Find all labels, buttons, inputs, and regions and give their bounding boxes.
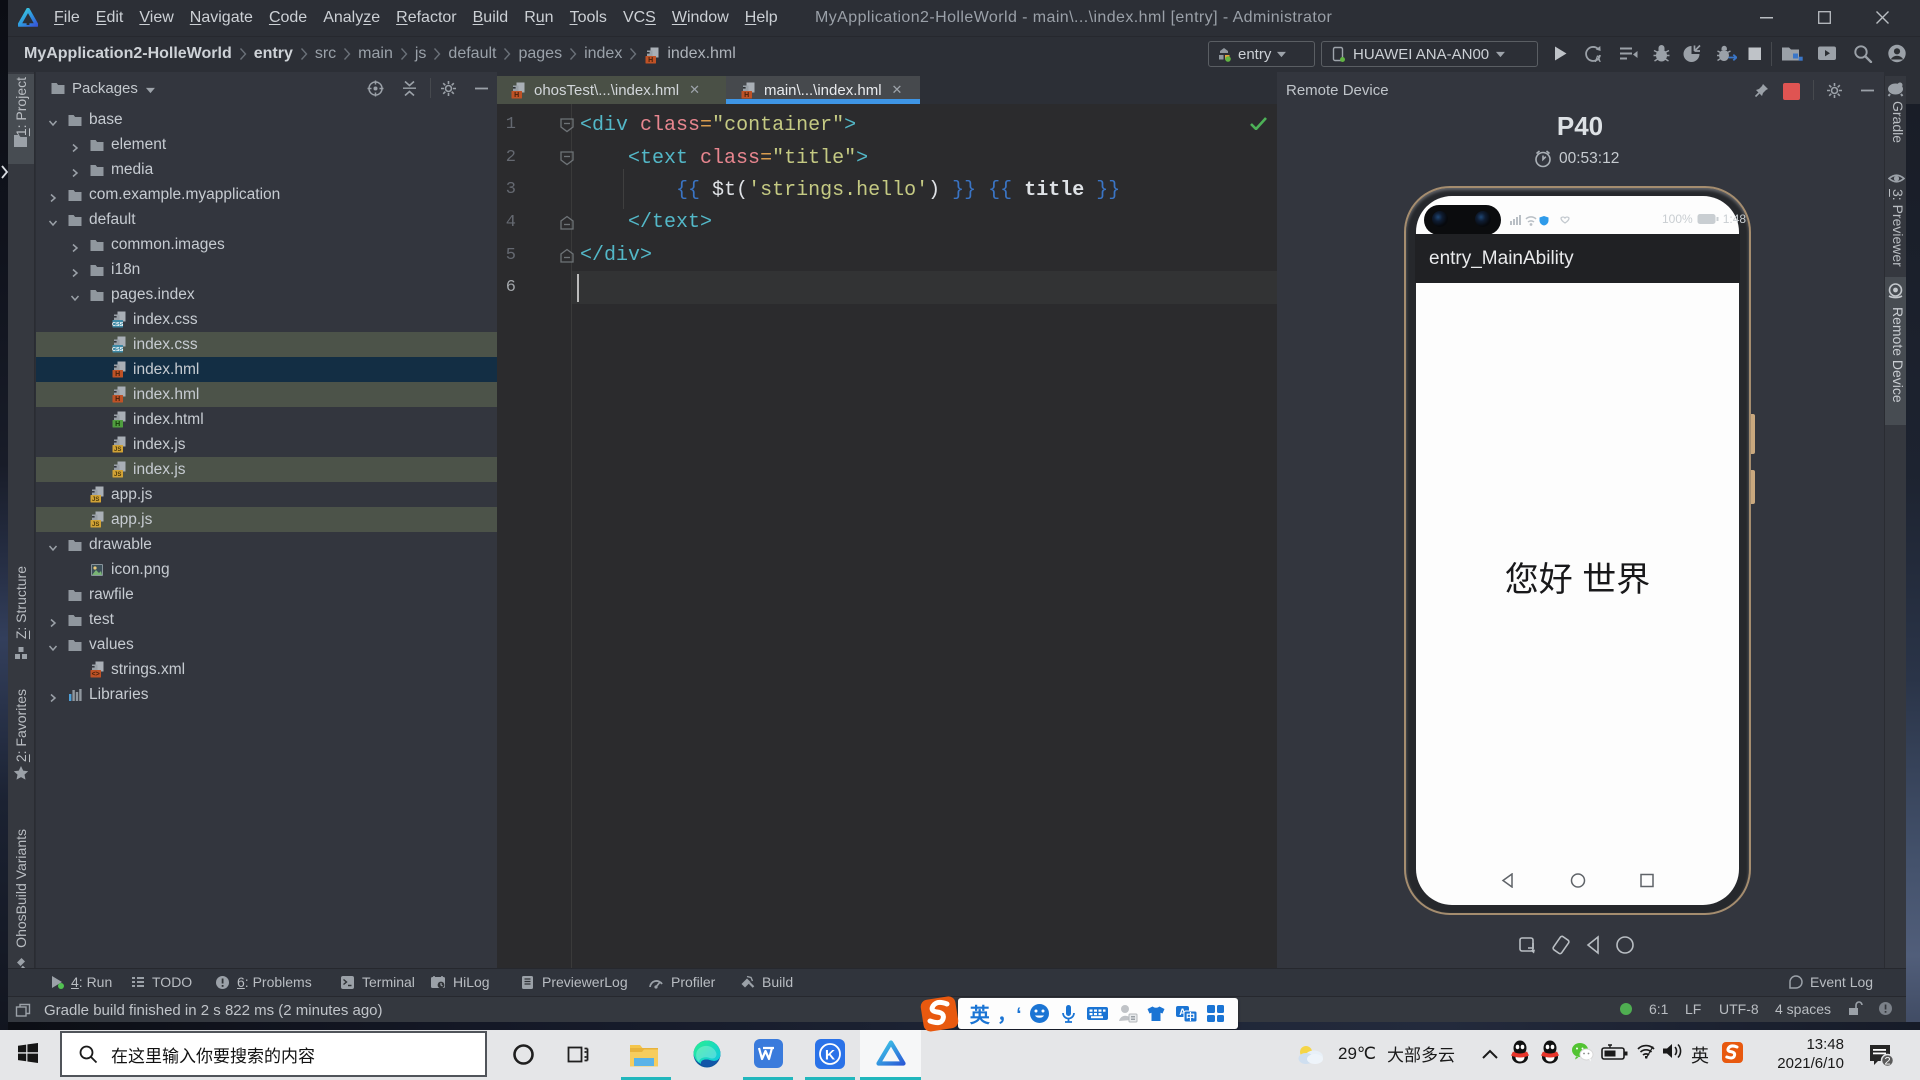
svg-text:<>: <> — [92, 671, 100, 678]
svg-text:2: 2 — [1884, 1056, 1890, 1068]
svg-text:H: H — [744, 92, 749, 99]
svg-text:H: H — [115, 396, 120, 403]
svg-text:H: H — [514, 92, 519, 99]
svg-text:A: A — [1595, 54, 1602, 63]
svg-text:JS: JS — [114, 472, 121, 478]
svg-text:H: H — [648, 57, 653, 64]
svg-text:K: K — [825, 1046, 835, 1062]
svg-text:中: 中 — [1186, 1011, 1195, 1022]
svg-text:JS: JS — [92, 497, 99, 503]
svg-text:JS: JS — [92, 522, 99, 528]
svg-text:CSS: CSS — [112, 347, 124, 353]
svg-text:CSS: CSS — [112, 322, 124, 328]
svg-text:H: H — [115, 421, 120, 428]
svg-text:H: H — [115, 371, 120, 378]
svg-text:JS: JS — [114, 447, 121, 453]
